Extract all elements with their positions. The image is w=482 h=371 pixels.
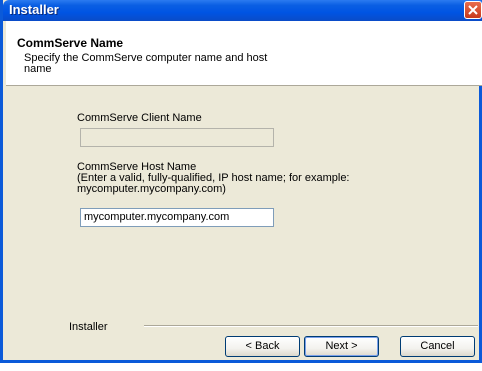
back-button[interactable]: < Back xyxy=(225,336,300,357)
footer-brand-label: Installer xyxy=(69,321,108,333)
title-bar[interactable]: Installer xyxy=(3,0,482,21)
client-name-field xyxy=(80,128,274,147)
page-subtitle: Specify the CommServe computer name and … xyxy=(24,52,268,75)
header-panel: CommServe Name Specify the CommServe com… xyxy=(6,21,482,86)
close-icon xyxy=(468,5,478,15)
close-button[interactable] xyxy=(464,1,482,19)
client-name-label: CommServe Client Name xyxy=(77,112,202,124)
next-button[interactable]: Next > xyxy=(304,336,379,357)
page-title: CommServe Name xyxy=(17,36,124,50)
host-name-input[interactable]: mycomputer.mycompany.com xyxy=(80,208,274,227)
cancel-button[interactable]: Cancel xyxy=(400,336,475,357)
host-name-hint-example: mycomputer.mycompany.com) xyxy=(77,183,226,195)
footer-separator xyxy=(144,325,478,327)
window-title: Installer xyxy=(9,2,59,17)
installer-window: Installer CommServe Name Specify the Com… xyxy=(0,0,482,363)
